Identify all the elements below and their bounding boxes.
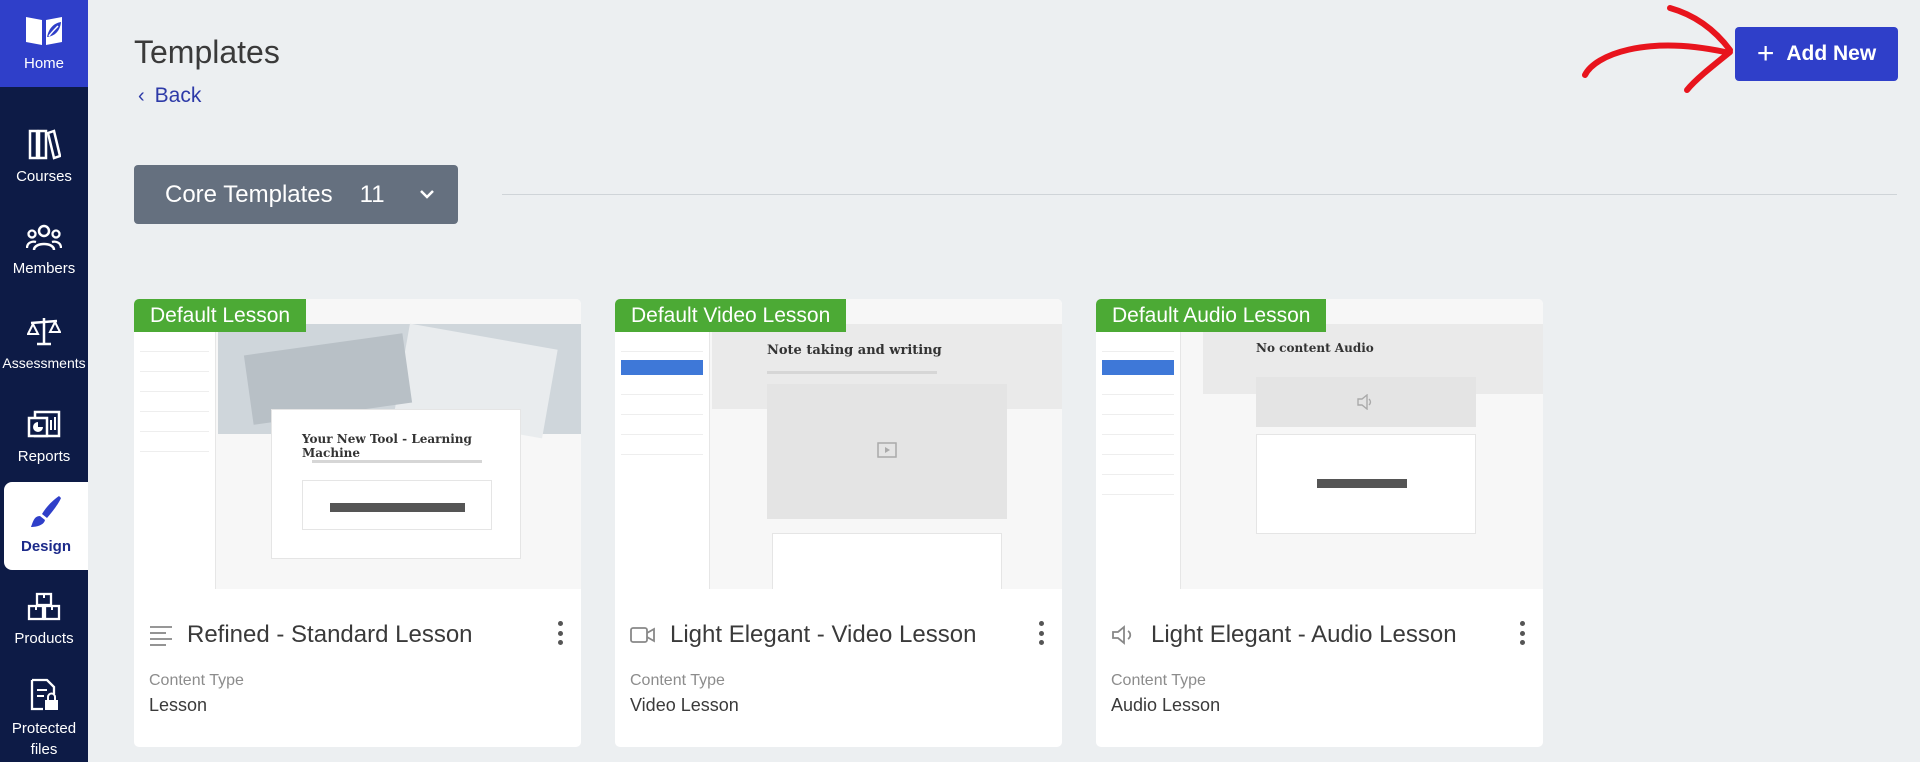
sidebar-item-label: Home [23, 54, 64, 72]
template-preview[interactable]: No content Audio [1096, 299, 1543, 589]
sidebar-item-products[interactable]: Products [0, 592, 88, 650]
more-options-icon[interactable] [556, 621, 564, 645]
template-preview[interactable]: Note taking and writing [615, 299, 1062, 589]
back-link[interactable]: ‹ Back [138, 84, 201, 108]
report-chart-icon [27, 410, 61, 438]
add-new-label: Add New [1786, 42, 1877, 65]
video-camera-icon [630, 625, 656, 645]
preview-sidebar [1096, 332, 1181, 589]
card-title-text: Light Elegant - Video Lesson [670, 621, 977, 648]
content-type-value: Video Lesson [630, 695, 739, 715]
preview-sidebar [615, 332, 710, 589]
preview-heading: No content Audio [1256, 341, 1374, 355]
locked-file-icon [30, 678, 58, 711]
card-badge: Default Lesson [134, 299, 307, 332]
sidebar-item-members[interactable]: Members [0, 224, 88, 280]
boxes-icon [27, 592, 61, 621]
content-type-label: Content Type [630, 672, 725, 689]
card-title-text: Refined - Standard Lesson [187, 621, 473, 648]
core-templates-dropdown[interactable]: Core Templates 11 [134, 165, 458, 224]
card-badge: Default Video Lesson [615, 299, 847, 332]
scales-icon [27, 318, 61, 346]
back-link-label: Back [154, 84, 202, 107]
sidebar-item-design[interactable]: Design [4, 482, 88, 570]
more-options-icon[interactable] [1518, 621, 1526, 645]
preview-sidebar [134, 332, 216, 589]
card-title-text: Light Elegant - Audio Lesson [1151, 621, 1457, 648]
card-title: Refined - Standard Lesson [149, 621, 473, 649]
card-title: Light Elegant - Audio Lesson [1111, 621, 1457, 649]
more-options-icon[interactable] [1037, 621, 1045, 645]
add-new-button[interactable]: + Add New [1735, 27, 1898, 81]
chevron-down-icon [420, 190, 434, 199]
sidebar: Home Courses Members Assessments Reports… [0, 0, 88, 762]
sidebar-item-label: Courses [16, 168, 72, 185]
preview-heading: Note taking and writing [767, 343, 942, 358]
preview-heading: Your New Tool - Learning Machine [302, 432, 472, 460]
content-type-label: Content Type [1111, 672, 1206, 689]
text-lines-icon [149, 624, 173, 646]
sidebar-item-label: Design [20, 538, 71, 555]
dropdown-count: 11 [359, 180, 385, 208]
content-type-label: Content Type [149, 672, 244, 689]
sidebar-item-label: Reports [17, 448, 71, 465]
section-divider [502, 194, 1897, 195]
sidebar-item-protected-files[interactable]: Protected files [0, 678, 88, 760]
content-type-value: Lesson [149, 695, 208, 715]
speaker-icon [1111, 625, 1137, 645]
people-icon [26, 224, 62, 251]
template-card[interactable]: No content Audio Default Audio Lesson Li… [1096, 299, 1543, 747]
sidebar-item-home[interactable]: Home [0, 0, 88, 87]
sidebar-item-label: Protected files [11, 720, 77, 758]
card-title: Light Elegant - Video Lesson [630, 621, 976, 649]
book-leaf-icon [26, 16, 62, 45]
books-icon [28, 129, 61, 160]
paintbrush-icon [31, 496, 61, 527]
red-arrow-annotation [1582, 5, 1733, 93]
sidebar-item-assessments[interactable]: Assessments [0, 316, 88, 374]
sidebar-item-reports[interactable]: Reports [0, 410, 88, 468]
template-card[interactable]: Note taking and writing Default Video Le… [615, 299, 1062, 747]
content-type-value: Audio Lesson [1111, 695, 1221, 715]
sidebar-item-label: Products [14, 630, 74, 647]
chevron-left-icon: ‹ [138, 84, 145, 107]
dropdown-label: Core Templates [165, 180, 333, 208]
sidebar-item-label: Assessments [2, 355, 86, 371]
card-badge: Default Audio Lesson [1096, 299, 1327, 332]
sidebar-item-label: Members [12, 260, 76, 277]
template-card[interactable]: Your New Tool - Learning Machine Default… [134, 299, 581, 747]
plus-icon: + [1756, 37, 1775, 70]
page-title: Templates [134, 34, 280, 70]
sidebar-item-courses[interactable]: Courses [0, 128, 88, 188]
template-preview[interactable]: Your New Tool - Learning Machine [134, 299, 581, 589]
